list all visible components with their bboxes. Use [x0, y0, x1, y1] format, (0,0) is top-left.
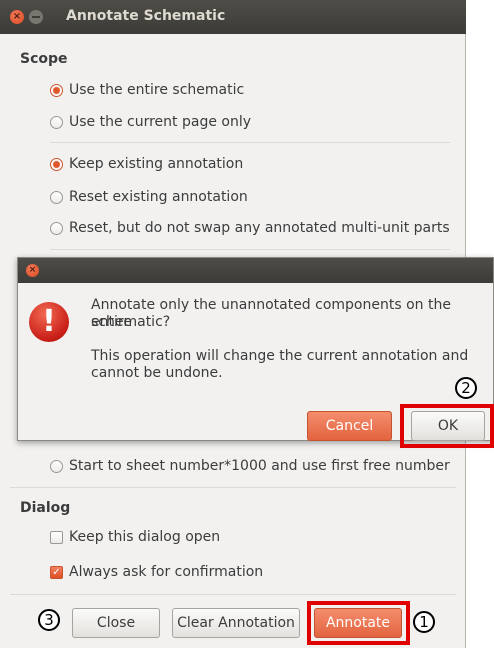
cancel-button[interactable]: Cancel [307, 411, 392, 441]
dialog-section-title: Dialog [20, 500, 71, 516]
dialog-titlebar: × [18, 258, 493, 283]
close-button[interactable]: Close [72, 608, 160, 638]
divider [50, 249, 450, 250]
dialog-close-icon[interactable]: × [26, 264, 39, 277]
radio-label: Start to sheet number*1000 and use first… [69, 458, 450, 474]
divider [10, 594, 456, 595]
annotate-highlight-box [307, 601, 410, 645]
window-title: Annotate Schematic [66, 8, 226, 24]
checkbox-checked-icon[interactable]: ✓ [50, 566, 63, 579]
radio-label: Keep existing annotation [69, 156, 244, 172]
scope-section-title: Scope [20, 51, 68, 67]
callout-number-2: 2 [455, 377, 477, 399]
callout-number-3: 3 [38, 609, 60, 631]
dialog-detail-line1: This operation will change the current a… [91, 348, 469, 364]
window-titlebar: × Annotate Schematic [0, 0, 466, 34]
radio-unselected-icon[interactable] [50, 191, 63, 204]
radio-label: Use the current page only [69, 114, 252, 130]
radio-unselected-icon[interactable] [50, 116, 63, 129]
radio-selected-icon[interactable] [50, 84, 63, 97]
window-close-icon[interactable]: × [10, 10, 24, 24]
checkbox-label: Keep this dialog open [69, 529, 221, 545]
clear-annotation-button[interactable]: Clear Annotation [172, 608, 300, 638]
radio-selected-icon[interactable] [50, 158, 63, 171]
radio-unselected-icon[interactable] [50, 222, 63, 235]
window-minimize-icon[interactable] [29, 10, 43, 24]
divider [50, 142, 450, 143]
radio-label: Reset, but do not swap any annotated mul… [69, 220, 450, 236]
radio-unselected-icon[interactable] [50, 460, 63, 473]
radio-label: Use the entire schematic [69, 82, 245, 98]
dialog-detail-line2: cannot be undone. [91, 365, 223, 381]
callout-number-1: 1 [413, 611, 435, 633]
checkbox-unchecked-icon[interactable] [50, 531, 63, 544]
radio-label: Reset existing annotation [69, 189, 248, 205]
checkbox-label: Always ask for confirmation [69, 564, 264, 580]
dialog-message-line2: schematic? [91, 314, 171, 330]
error-icon: ! [29, 302, 69, 342]
divider [10, 487, 456, 488]
ok-highlight-box [400, 404, 494, 448]
